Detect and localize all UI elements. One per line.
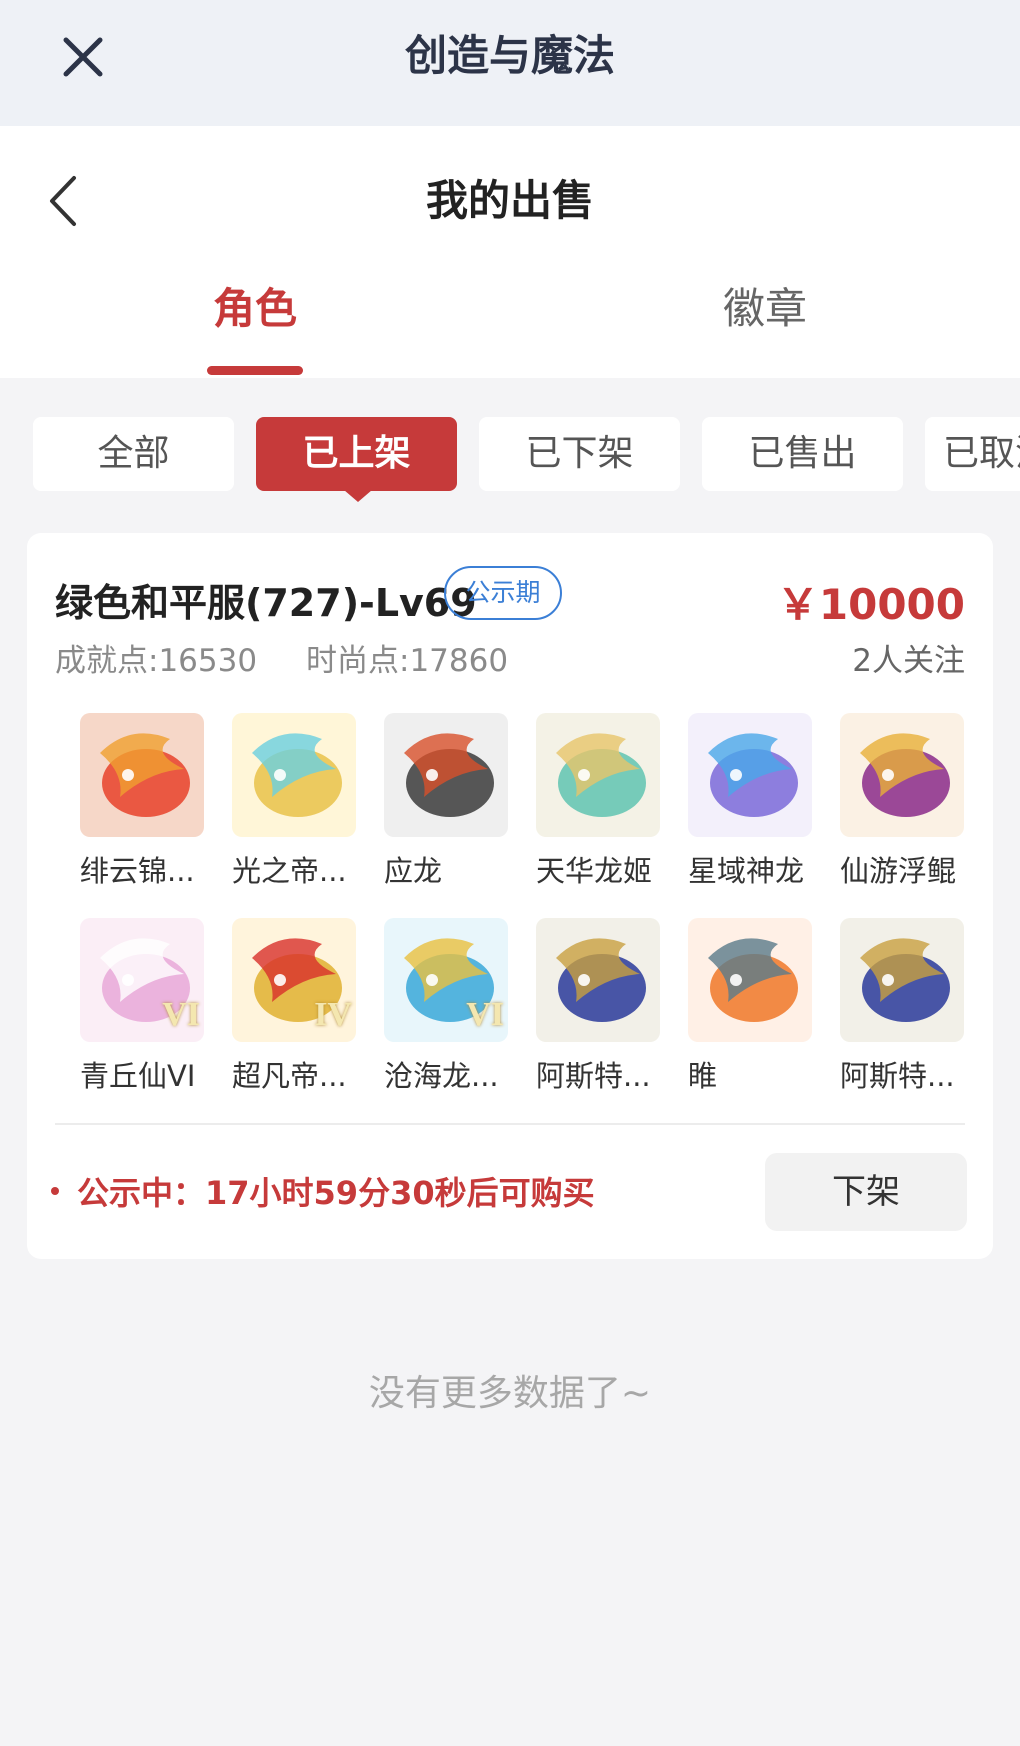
mount-thumbnail	[688, 918, 812, 1042]
notice-label: 公示中：17小时59分30秒后可购买	[77, 1174, 595, 1212]
achievement-points: 成就点:16530	[55, 633, 257, 689]
filter-listed[interactable]: 已上架	[256, 417, 457, 491]
filter-sold[interactable]: 已售出	[702, 417, 903, 491]
mount-thumbnail: VI	[384, 918, 508, 1042]
mount-item[interactable]: 应龙	[384, 713, 508, 893]
mount-thumbnail	[384, 713, 508, 837]
mount-item[interactable]: 星域神龙	[688, 713, 812, 893]
active-filter-pointer	[344, 490, 372, 502]
mount-thumbnail	[536, 713, 660, 837]
mount-item[interactable]: 光之帝...	[232, 713, 356, 893]
end-of-list-message: 没有更多数据了~	[368, 1373, 652, 1414]
tab-role[interactable]: 角色	[145, 274, 365, 344]
mount-item[interactable]: VI 青丘仙VI	[80, 918, 204, 1098]
mount-item[interactable]: 天华龙姬	[536, 713, 660, 893]
divider	[55, 1123, 965, 1125]
page-title: 我的出售	[425, 176, 594, 225]
mount-name: 天华龙姬	[536, 854, 653, 888]
mount-thumbnail: VI	[80, 918, 204, 1042]
mount-thumbnail	[536, 918, 660, 1042]
filter-delisted[interactable]: 已下架	[479, 417, 680, 491]
mount-name: 光之帝...	[232, 854, 347, 888]
app-title: 创造与魔法	[404, 31, 615, 80]
page-header: 我的出售 角色 徽章	[0, 126, 1020, 378]
filter-all[interactable]: 全部	[33, 417, 234, 491]
mount-thumbnail	[80, 713, 204, 837]
achievement-value: 16530	[158, 643, 258, 679]
mount-thumbnail	[840, 713, 964, 837]
fashion-points: 时尚点:17860	[306, 633, 508, 689]
listing-title: 绿色和平服(727)-Lv69	[55, 581, 477, 625]
notice-text: 公示中：17小时59分30秒后可购买	[51, 1163, 595, 1223]
mount-thumbnail	[840, 918, 964, 1042]
mount-item[interactable]: 仙游浮鲲	[840, 713, 964, 893]
app-bar: 创造与魔法	[0, 0, 1020, 126]
mount-item[interactable]: IV 超凡帝...	[232, 918, 356, 1098]
status-tag: 公示期	[444, 566, 562, 620]
mount-name: 超凡帝...	[232, 1059, 347, 1093]
tier-badge: VI	[162, 996, 200, 1033]
achievement-label: 成就点:	[55, 643, 159, 679]
tier-badge: VI	[466, 996, 504, 1033]
mount-name: 沧海龙...	[384, 1059, 499, 1093]
mount-item[interactable]: 绯云锦...	[80, 713, 204, 893]
tab-badge[interactable]: 徽章	[655, 274, 875, 344]
tier-badge: IV	[314, 996, 352, 1033]
mount-name: 阿斯特...	[536, 1059, 651, 1093]
notice-dot	[51, 1187, 59, 1195]
mount-name: 星域神龙	[688, 854, 805, 888]
mount-name: 仙游浮鲲	[840, 854, 957, 888]
delist-button[interactable]: 下架	[765, 1153, 967, 1231]
mount-name: 睢	[688, 1059, 718, 1093]
filter-cancelled[interactable]: 已取消	[925, 417, 1020, 491]
fashion-label: 时尚点:	[306, 643, 410, 679]
listing-price: ￥10000	[776, 580, 965, 629]
mount-thumbnail	[232, 713, 356, 837]
mount-name: 阿斯特...	[840, 1059, 955, 1093]
listing-card[interactable]: 绿色和平服(727)-Lv69 公示期 ￥10000 成就点:16530 时尚点…	[27, 533, 993, 1259]
mount-name: 应龙	[384, 854, 443, 888]
mount-name: 青丘仙VI	[80, 1059, 196, 1093]
mount-item[interactable]: VI 沧海龙...	[384, 918, 508, 1098]
mount-name: 绯云锦...	[80, 854, 195, 888]
mount-item[interactable]: 阿斯特...	[536, 918, 660, 1098]
active-tab-indicator	[207, 366, 303, 375]
followers-count: 2人关注	[852, 643, 965, 679]
mount-thumbnail	[688, 713, 812, 837]
mount-item[interactable]: 睢	[688, 918, 812, 1098]
mount-item[interactable]: 阿斯特...	[840, 918, 964, 1098]
mount-thumbnail: IV	[232, 918, 356, 1042]
fashion-value: 17860	[409, 643, 509, 679]
